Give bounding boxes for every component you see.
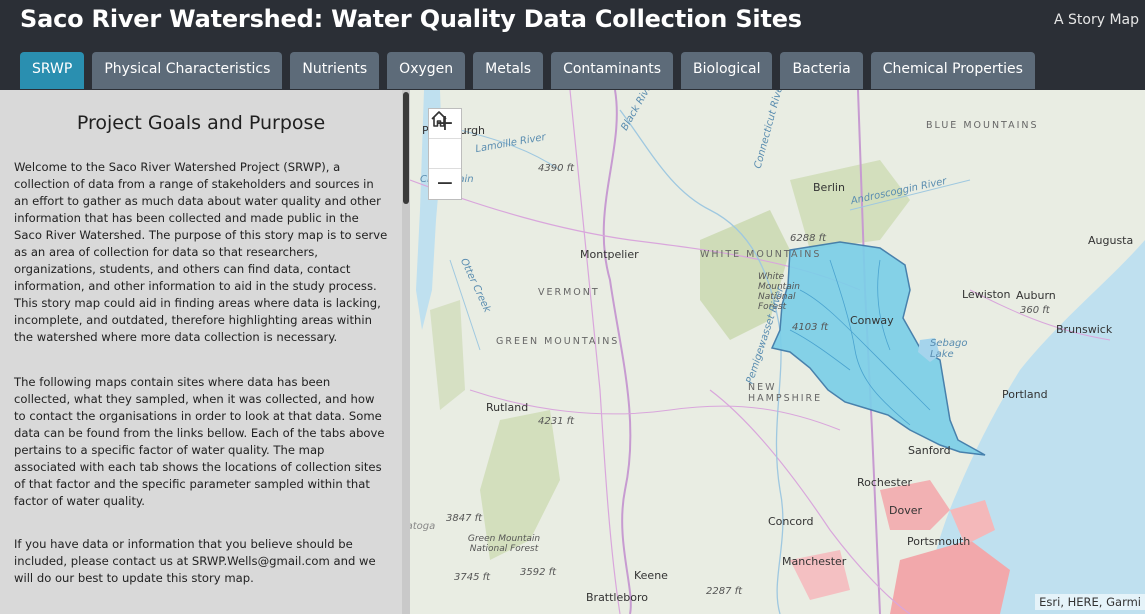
tab-nutrients[interactable]: Nutrients [290, 52, 380, 89]
label-augusta: Augusta [1088, 234, 1134, 247]
label-dover: Dover [889, 504, 922, 517]
side-panel-content: Project Goals and Purpose Welcome to the… [0, 90, 402, 614]
app-header: Saco River Watershed: Water Quality Data… [0, 0, 1145, 90]
label-portland: Portland [1002, 388, 1048, 401]
label-rochester: Rochester [857, 476, 912, 489]
label-lewiston: Lewiston [962, 288, 1011, 301]
label-portsmouth: Portsmouth [907, 535, 971, 548]
page-title: Saco River Watershed: Water Quality Data… [20, 5, 802, 33]
label-sanford: Sanford [908, 444, 951, 457]
panel-heading: Project Goals and Purpose [76, 112, 326, 134]
label-new-hampshire: NEW HAMPSHIRE [748, 382, 823, 404]
label-elev-2287: 2287 ft [706, 586, 743, 597]
label-elev-4231: 4231 ft [538, 416, 575, 427]
label-brunswick: Brunswick [1056, 323, 1113, 336]
tab-bar: SRWP Physical Characteristics Nutrients … [20, 52, 1035, 90]
tab-oxygen[interactable]: Oxygen [387, 52, 466, 89]
tab-chemical-properties[interactable]: Chemical Properties [870, 52, 1035, 89]
label-elev-3592: 3592 ft [520, 567, 557, 578]
label-concord: Concord [768, 515, 814, 528]
label-elev-6288: 6288 ft [790, 233, 827, 244]
map-attribution[interactable]: Esri, HERE, Garmi [1035, 594, 1145, 610]
intro-paragraph: Welcome to the Saco River Watershed Proj… [14, 160, 388, 344]
label-green-mountain-national-forest: Green Mountain National Forest [467, 534, 541, 554]
label-elev-4390: 4390 ft [538, 163, 575, 174]
label-auburn: Auburn [1016, 289, 1056, 302]
scrollbar-thumb[interactable] [403, 92, 409, 204]
maps-paragraph: The following maps contain sites where d… [14, 375, 385, 508]
label-white-mountains: WHITE MOUNTAINS [700, 249, 822, 260]
label-montpelier: Montpelier [580, 248, 639, 261]
label-elev-3745: 3745 ft [454, 572, 491, 583]
home-button[interactable] [429, 111, 461, 169]
label-rutland: Rutland [486, 401, 529, 414]
label-elev-4103: 4103 ft [792, 322, 829, 333]
label-elev-3847: 3847 ft [446, 513, 483, 524]
label-sebago-lake: Sebago Lake [930, 338, 968, 360]
label-blue-mountains: BLUE MOUNTAINS [926, 120, 1039, 131]
tab-srwp[interactable]: SRWP [20, 52, 85, 89]
tab-physical-characteristics[interactable]: Physical Characteristics [92, 52, 283, 89]
label-green-mountains: GREEN MOUNTAINS [496, 336, 620, 347]
contact-paragraph: If you have data or information that you… [14, 537, 376, 585]
home-icon [431, 111, 447, 127]
zoom-out-button[interactable]: − [429, 169, 461, 199]
label-saratoga: Saratoga [410, 521, 436, 532]
tab-bacteria[interactable]: Bacteria [780, 52, 863, 89]
label-vermont: VERMONT [538, 287, 600, 298]
label-keene: Keene [634, 569, 668, 582]
tab-biological[interactable]: Biological [681, 52, 773, 89]
label-conway: Conway [850, 314, 894, 327]
side-panel: Project Goals and Purpose Welcome to the… [0, 90, 410, 614]
label-manchester: Manchester [782, 555, 847, 568]
label-elev-360: 360 ft [1020, 305, 1050, 316]
tab-contaminants[interactable]: Contaminants [551, 52, 674, 89]
panel-scrollbar[interactable] [402, 90, 410, 614]
story-map-label: A Story Map [1053, 12, 1139, 28]
zoom-controls: + − [428, 108, 462, 200]
label-berlin: Berlin [813, 181, 845, 194]
map-view[interactable]: Plattsburgh Lamoille River Black River C… [410, 90, 1145, 614]
tab-metals[interactable]: Metals [473, 52, 544, 89]
label-brattleboro: Brattleboro [586, 591, 648, 604]
